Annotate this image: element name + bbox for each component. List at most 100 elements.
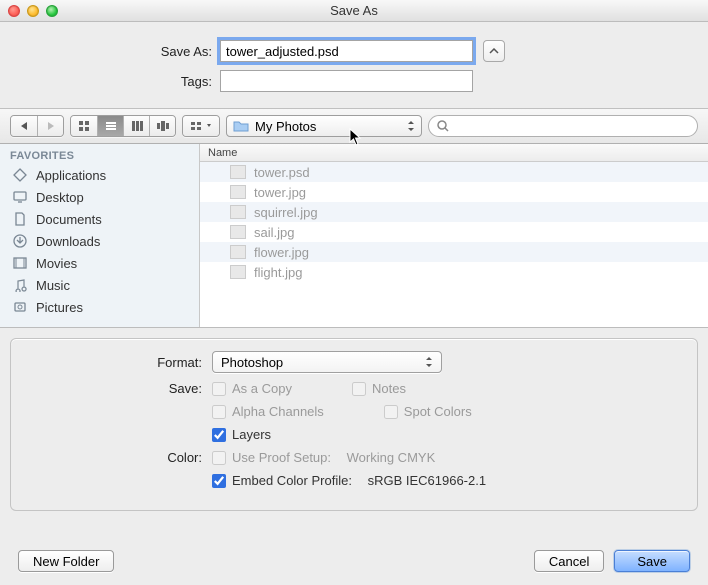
sidebar-item-label: Music: [36, 278, 70, 293]
save-button[interactable]: Save: [614, 550, 690, 572]
tags-input[interactable]: [220, 70, 473, 92]
sidebar-item-applications[interactable]: Applications: [0, 164, 199, 186]
sidebar-item-movies[interactable]: Movies: [0, 252, 199, 274]
triangle-left-icon: [20, 121, 28, 131]
proof-value: Working CMYK: [347, 450, 436, 465]
sidebar-item-label: Downloads: [36, 234, 100, 249]
nav-back-button[interactable]: [11, 116, 37, 136]
sidebar-item-music[interactable]: Music: [0, 274, 199, 296]
file-row[interactable]: tower.psd: [200, 162, 708, 182]
sidebar: FAVORITES Applications Desktop Documents…: [0, 144, 200, 327]
chevron-down-icon: [206, 124, 212, 128]
layers-checkbox[interactable]: Layers: [212, 427, 472, 442]
footer: New Folder Cancel Save: [0, 537, 708, 585]
format-select[interactable]: Photoshop: [212, 351, 442, 373]
file-name: flight.jpg: [254, 265, 302, 280]
documents-icon: [12, 211, 28, 227]
sidebar-item-label: Pictures: [36, 300, 83, 315]
updown-arrows-icon: [407, 120, 415, 132]
sidebar-item-label: Applications: [36, 168, 106, 183]
file-row[interactable]: squirrel.jpg: [200, 202, 708, 222]
alpha-checkbox[interactable]: Alpha Channels: [212, 404, 324, 419]
group-segment: [182, 115, 220, 137]
nav-forward-button[interactable]: [37, 116, 63, 136]
arrange-icon: [190, 120, 204, 132]
file-name: tower.jpg: [254, 185, 306, 200]
music-icon: [12, 277, 28, 293]
color-label: Color:: [27, 450, 212, 465]
file-icon: [230, 265, 246, 279]
list-icon: [105, 120, 117, 132]
notes-checkbox[interactable]: Notes: [352, 381, 406, 396]
sidebar-item-label: Desktop: [36, 190, 84, 205]
search-field[interactable]: [428, 115, 698, 137]
app-icon: [12, 167, 28, 183]
sidebar-header: FAVORITES: [0, 144, 199, 164]
tags-label: Tags:: [0, 74, 220, 89]
triangle-right-icon: [47, 121, 55, 131]
ascopy-checkbox[interactable]: As a Copy: [212, 381, 292, 396]
file-browser: FAVORITES Applications Desktop Documents…: [0, 144, 708, 328]
columns-icon: [131, 120, 143, 132]
embed-profile-checkbox[interactable]: Embed Color Profile: sRGB IEC61966-2.1: [212, 473, 486, 488]
cancel-button[interactable]: Cancel: [534, 550, 604, 572]
sidebar-item-downloads[interactable]: Downloads: [0, 230, 199, 252]
options-panel: Format: Photoshop Save: As a Copy Notes …: [10, 338, 698, 511]
toolbar: My Photos: [0, 108, 708, 144]
file-icon: [230, 245, 246, 259]
file-row[interactable]: tower.jpg: [200, 182, 708, 202]
search-icon: [437, 120, 449, 132]
file-icon: [230, 225, 246, 239]
column-header-name[interactable]: Name: [200, 144, 708, 162]
saveas-input[interactable]: [220, 40, 473, 62]
updown-arrows-icon: [425, 356, 433, 368]
file-row[interactable]: flower.jpg: [200, 242, 708, 262]
view-coverflow-button[interactable]: [149, 116, 175, 136]
view-list-button[interactable]: [97, 116, 123, 136]
sidebar-item-label: Documents: [36, 212, 102, 227]
coverflow-icon: [156, 120, 170, 132]
save-label: Save:: [27, 381, 212, 396]
pictures-icon: [12, 299, 28, 315]
file-name: tower.psd: [254, 165, 310, 180]
file-row[interactable]: flight.jpg: [200, 262, 708, 282]
file-icon: [230, 205, 246, 219]
arrange-button[interactable]: [183, 116, 219, 136]
sidebar-item-label: Movies: [36, 256, 77, 271]
location-label: My Photos: [255, 119, 316, 134]
location-popup[interactable]: My Photos: [226, 115, 422, 137]
file-icon: [230, 185, 246, 199]
new-folder-button[interactable]: New Folder: [18, 550, 114, 572]
file-name: sail.jpg: [254, 225, 294, 240]
spot-checkbox[interactable]: Spot Colors: [384, 404, 472, 419]
file-name: squirrel.jpg: [254, 205, 318, 220]
profile-value: sRGB IEC61966-2.1: [368, 473, 487, 488]
view-mode-segment: [70, 115, 176, 137]
nav-back-forward: [10, 115, 64, 137]
saveas-label: Save As:: [0, 44, 220, 59]
file-icon: [230, 165, 246, 179]
sidebar-item-pictures[interactable]: Pictures: [0, 296, 199, 318]
format-label: Format:: [27, 355, 212, 370]
grid-icon: [78, 120, 90, 132]
desktop-icon: [12, 189, 28, 205]
format-value: Photoshop: [221, 355, 283, 370]
view-icons-button[interactable]: [71, 116, 97, 136]
movies-icon: [12, 255, 28, 271]
file-pane: Name tower.psd tower.jpg squirrel.jpg sa…: [200, 144, 708, 327]
expand-toggle-button[interactable]: [483, 40, 505, 62]
sidebar-item-desktop[interactable]: Desktop: [0, 186, 199, 208]
file-list: tower.psd tower.jpg squirrel.jpg sail.jp…: [200, 162, 708, 327]
folder-icon: [233, 120, 249, 132]
file-row[interactable]: sail.jpg: [200, 222, 708, 242]
proof-checkbox[interactable]: Use Proof Setup: Working CMYK: [212, 450, 486, 465]
window-title: Save As: [0, 3, 708, 18]
titlebar: Save As: [0, 0, 708, 22]
chevron-up-icon: [489, 48, 499, 54]
view-columns-button[interactable]: [123, 116, 149, 136]
sidebar-item-documents[interactable]: Documents: [0, 208, 199, 230]
downloads-icon: [12, 233, 28, 249]
file-name: flower.jpg: [254, 245, 309, 260]
form-area: Save As: Tags:: [0, 22, 708, 108]
search-input[interactable]: [455, 119, 689, 134]
